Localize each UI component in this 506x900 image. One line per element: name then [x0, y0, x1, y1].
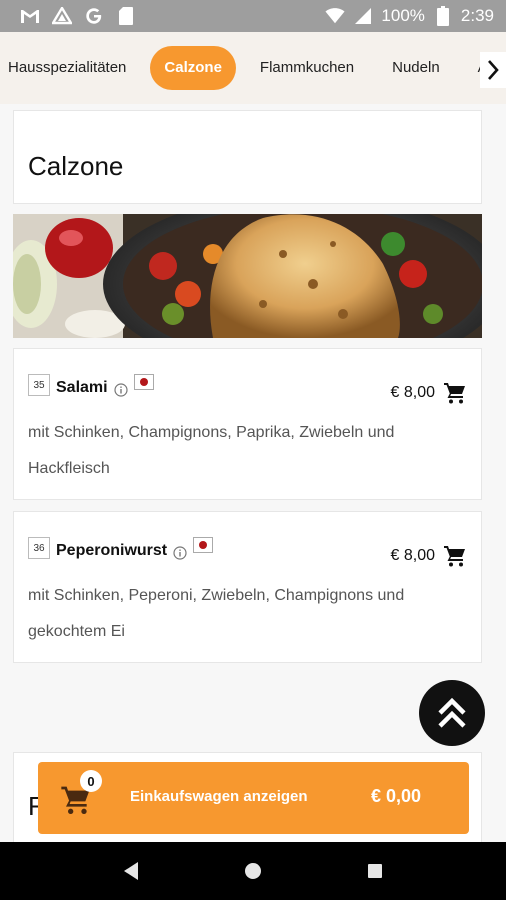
item-description: mit Schinken, Peperoni, Zwiebeln, Champi…: [28, 587, 405, 640]
item-name: Salami: [56, 379, 108, 396]
item-number: 35: [28, 374, 50, 396]
tab-flammkuchen[interactable]: Flammkuchen: [246, 46, 368, 90]
menu-item[interactable]: 35 Salami € 8,00 mit Schinken, Champigno…: [13, 348, 482, 500]
info-icon[interactable]: [113, 383, 128, 397]
status-bar: 100% 2:39: [0, 0, 506, 32]
tab-calzone[interactable]: Calzone: [150, 46, 236, 90]
item-description: mit Schinken, Champignons, Paprika, Zwie…: [28, 424, 395, 477]
sd-card-icon: [116, 6, 136, 26]
recents-icon: [368, 864, 382, 878]
section-header: Calzone: [13, 110, 482, 204]
battery-icon: [433, 6, 453, 26]
notification-icons: [20, 6, 136, 26]
menu-item[interactable]: 36 Peperoniwurst € 8,00 mit Schinken, Pe…: [13, 511, 482, 663]
japan-flag-icon: [133, 374, 154, 390]
recents-button[interactable]: [355, 851, 395, 891]
item-price-area: € 8,00: [391, 381, 467, 405]
section-title: Calzone: [28, 151, 124, 181]
japan-flag-icon: [193, 537, 214, 553]
item-header: 36 Peperoniwurst: [28, 536, 214, 560]
tab-nudeln[interactable]: Nudeln: [378, 46, 454, 90]
double-chevron-up-icon: [438, 697, 466, 728]
view-cart-button[interactable]: 0 Einkaufswagen anzeigen € 0,00: [38, 762, 469, 834]
cart-label: Einkaufswagen anzeigen: [130, 788, 308, 805]
item-number: 36: [28, 537, 50, 559]
google-icon: [84, 6, 104, 26]
home-icon: [245, 863, 261, 879]
item-price: € 8,00: [390, 384, 435, 401]
item-name: Peperoniwurst: [56, 542, 168, 559]
navigation-bar: [0, 842, 506, 900]
add-to-cart-icon[interactable]: [443, 544, 467, 568]
drive-icon: [52, 6, 72, 26]
item-header: 35 Salami: [28, 373, 154, 397]
back-icon: [124, 862, 138, 880]
clock: 2:39: [460, 6, 494, 25]
category-tabs: Hausspezialitäten Calzone Flammkuchen Nu…: [0, 46, 506, 90]
scroll-right-button[interactable]: [480, 52, 506, 88]
chevron-right-icon: [488, 60, 499, 80]
system-status: 100% 2:39: [325, 6, 494, 26]
signal-icon: [353, 6, 373, 26]
item-price: € 8,00: [390, 547, 435, 564]
wifi-icon: [325, 6, 345, 26]
add-to-cart-icon[interactable]: [443, 381, 467, 405]
scroll-to-top-button[interactable]: [419, 680, 485, 746]
cart-count-badge: 0: [80, 770, 102, 792]
gmail-icon: [20, 6, 40, 26]
battery-percent: 100%: [381, 6, 425, 25]
cart-total: € 0,00: [370, 786, 421, 806]
back-button[interactable]: [111, 851, 151, 891]
info-icon[interactable]: [173, 546, 187, 560]
tab-hausspezialitaeten[interactable]: Hausspezialitäten: [0, 46, 140, 90]
calzone-image: [13, 214, 482, 338]
category-tab-bar: Hausspezialitäten Calzone Flammkuchen Nu…: [0, 32, 506, 104]
menu-content: Calzone 35 Salami € 8,00 mit Schinken, C…: [0, 104, 506, 842]
item-price-area: € 8,00: [391, 544, 467, 568]
home-button[interactable]: [233, 851, 273, 891]
